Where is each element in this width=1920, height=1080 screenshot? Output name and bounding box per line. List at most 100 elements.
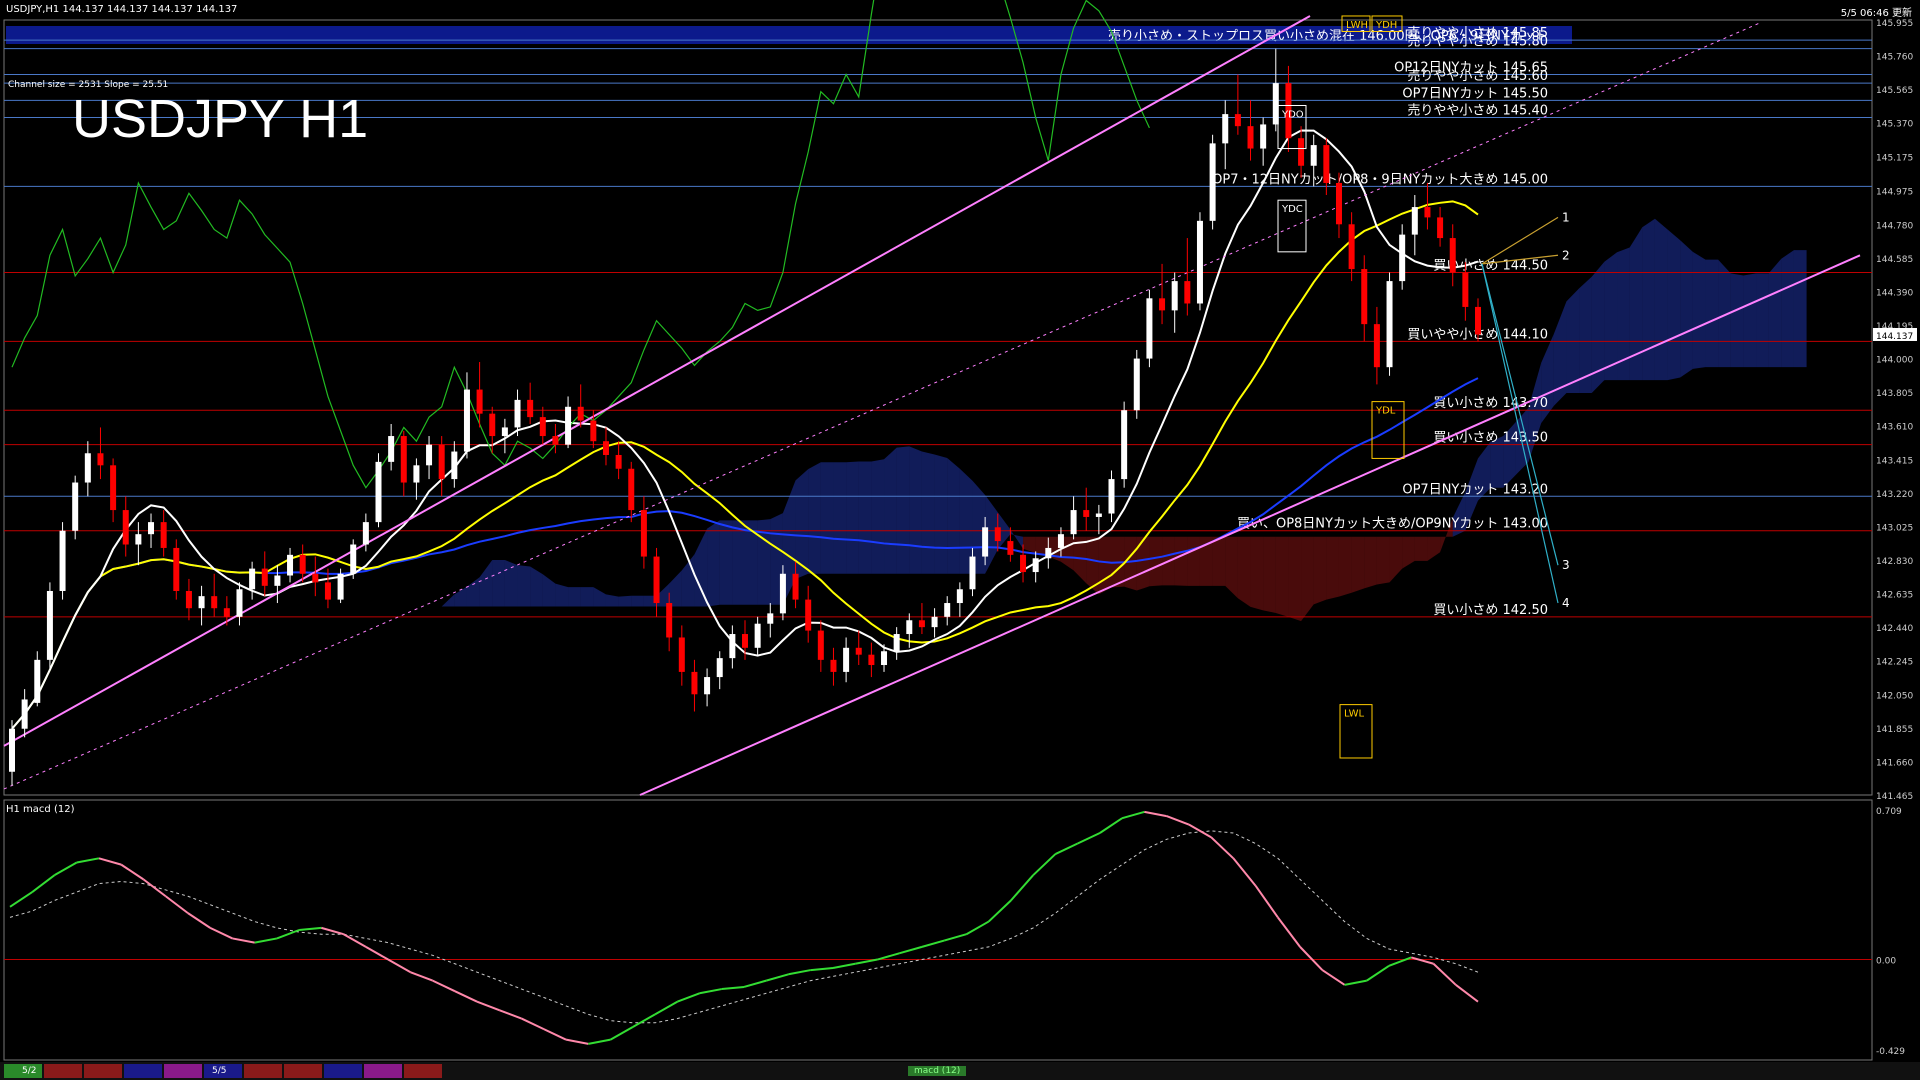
bottom-segment: [164, 1064, 202, 1078]
macd-frame: [3, 799, 1873, 1061]
macd-line-segment: [53, 861, 78, 877]
bottom-segment: [284, 1064, 322, 1078]
ichimoku-cloud: [732, 520, 745, 605]
macd-line-segment: [965, 920, 990, 936]
y-axis-tick-label: 142.245: [1876, 658, 1913, 668]
y-axis-tick-label: 143.415: [1876, 456, 1913, 466]
macd-line-segment: [1366, 965, 1390, 982]
session-box-label: LWH: [1346, 20, 1368, 31]
macd-line-segment: [765, 973, 789, 982]
candle-body: [590, 420, 597, 442]
candle-body: [944, 603, 951, 617]
candle-body: [843, 647, 850, 672]
candle-body: [1057, 534, 1064, 548]
macd-line-segment: [543, 1028, 567, 1041]
macd-line-segment: [699, 988, 722, 995]
candle-body: [1032, 558, 1039, 573]
candle-body: [1171, 281, 1178, 311]
candle-body: [1133, 358, 1140, 411]
macd-line-segment: [654, 1000, 678, 1016]
candle-body: [1361, 269, 1368, 325]
candle-body: [1070, 510, 1077, 535]
ichimoku-cloud: [1692, 251, 1706, 369]
ichimoku-cloud: [1705, 259, 1719, 368]
ichimoku-cloud: [833, 462, 847, 574]
ichimoku-cloud: [517, 565, 531, 607]
macd-line-segment: [921, 939, 945, 948]
candle-body: [1184, 281, 1191, 304]
ichimoku-cloud: [378, 653, 392, 684]
price-level-label: 売りやや小さめ 145.40: [1407, 103, 1548, 119]
macd-line-segment: [810, 966, 834, 972]
ichimoku-cloud: [1023, 536, 1036, 554]
ichimoku-cloud: [1275, 536, 1289, 617]
candle-body: [110, 465, 117, 511]
candle-body: [1234, 114, 1241, 127]
ichimoku-cloud: [1768, 258, 1782, 368]
candle-body: [1335, 182, 1342, 225]
ichimoku-cloud: [808, 462, 821, 574]
candle-body: [881, 651, 888, 666]
ichimoku-cloud: [681, 554, 695, 607]
candle-body: [400, 436, 407, 483]
macd-line-segment: [98, 857, 122, 866]
projection-label: 1: [1562, 210, 1570, 224]
price-level-label: OP7日NYカット 143.20: [1402, 482, 1548, 497]
ichimoku-cloud: [884, 447, 897, 574]
candle-body: [716, 658, 723, 678]
bottom-date-1[interactable]: 5/2: [22, 1066, 36, 1076]
macd-line-segment: [1432, 963, 1457, 986]
bottom-segment: [364, 1064, 402, 1078]
session-box-label: LWL: [1344, 709, 1365, 720]
candle-body: [59, 530, 66, 591]
candle-body: [324, 582, 331, 600]
bottom-segment: [324, 1064, 362, 1078]
ichimoku-cloud: [934, 454, 948, 574]
ichimoku-cloud: [1389, 536, 1403, 583]
ichimoku-cloud: [1667, 229, 1681, 381]
candle-body: [742, 634, 748, 648]
y-axis-tick-label: 142.635: [1876, 591, 1913, 601]
candle-body: [640, 510, 647, 557]
candle-body: [1095, 513, 1102, 517]
candle-body: [198, 596, 205, 609]
ichimoku-cloud: [555, 583, 569, 607]
bottom-segment: [404, 1064, 442, 1078]
macd-line-segment: [387, 958, 411, 974]
macd-line-segment: [1410, 956, 1434, 965]
candle-body: [312, 573, 319, 583]
bottom-segment: [84, 1064, 122, 1078]
ichimoku-cloud: [694, 528, 708, 607]
candle-body: [426, 444, 433, 466]
candle-body: [691, 671, 698, 695]
bottom-date-2[interactable]: 5/5: [212, 1066, 226, 1076]
ichimoku-cloud: [568, 587, 581, 607]
ichimoku-cloud: [353, 718, 366, 738]
macd-line-segment: [276, 929, 300, 940]
macd-line-segment: [1210, 836, 1235, 860]
ichimoku-cloud: [1654, 218, 1668, 381]
price-level-label: 買い小さめ 142.50: [1433, 603, 1548, 618]
y-axis-tick-label: 145.565: [1876, 86, 1913, 96]
session-box-label: YDH: [1375, 20, 1397, 31]
candle-body: [565, 406, 572, 445]
candle-body: [1222, 114, 1229, 144]
candle-body: [1121, 410, 1128, 480]
ichimoku-cloud: [871, 459, 885, 574]
macd-tab[interactable]: macd (12): [908, 1066, 967, 1076]
ichimoku-cloud: [466, 577, 480, 607]
price-level-label: 売りやや小さめ 145.60: [1407, 68, 1548, 84]
candle-body: [135, 534, 142, 545]
macd-line-segment: [676, 992, 700, 1003]
macd-line-segment: [1054, 842, 1079, 855]
candle-body: [1373, 324, 1380, 368]
macd-line-segment: [232, 937, 255, 944]
candle-body: [1083, 510, 1090, 517]
candle-body: [729, 634, 736, 659]
candle-body: [413, 465, 420, 483]
macd-window-label: H1 macd (12): [6, 804, 75, 815]
ichimoku-cloud: [1250, 536, 1264, 611]
candle-body: [1411, 207, 1418, 235]
ichimoku-cloud: [1098, 536, 1112, 595]
ichimoku-cloud: [1680, 240, 1693, 378]
